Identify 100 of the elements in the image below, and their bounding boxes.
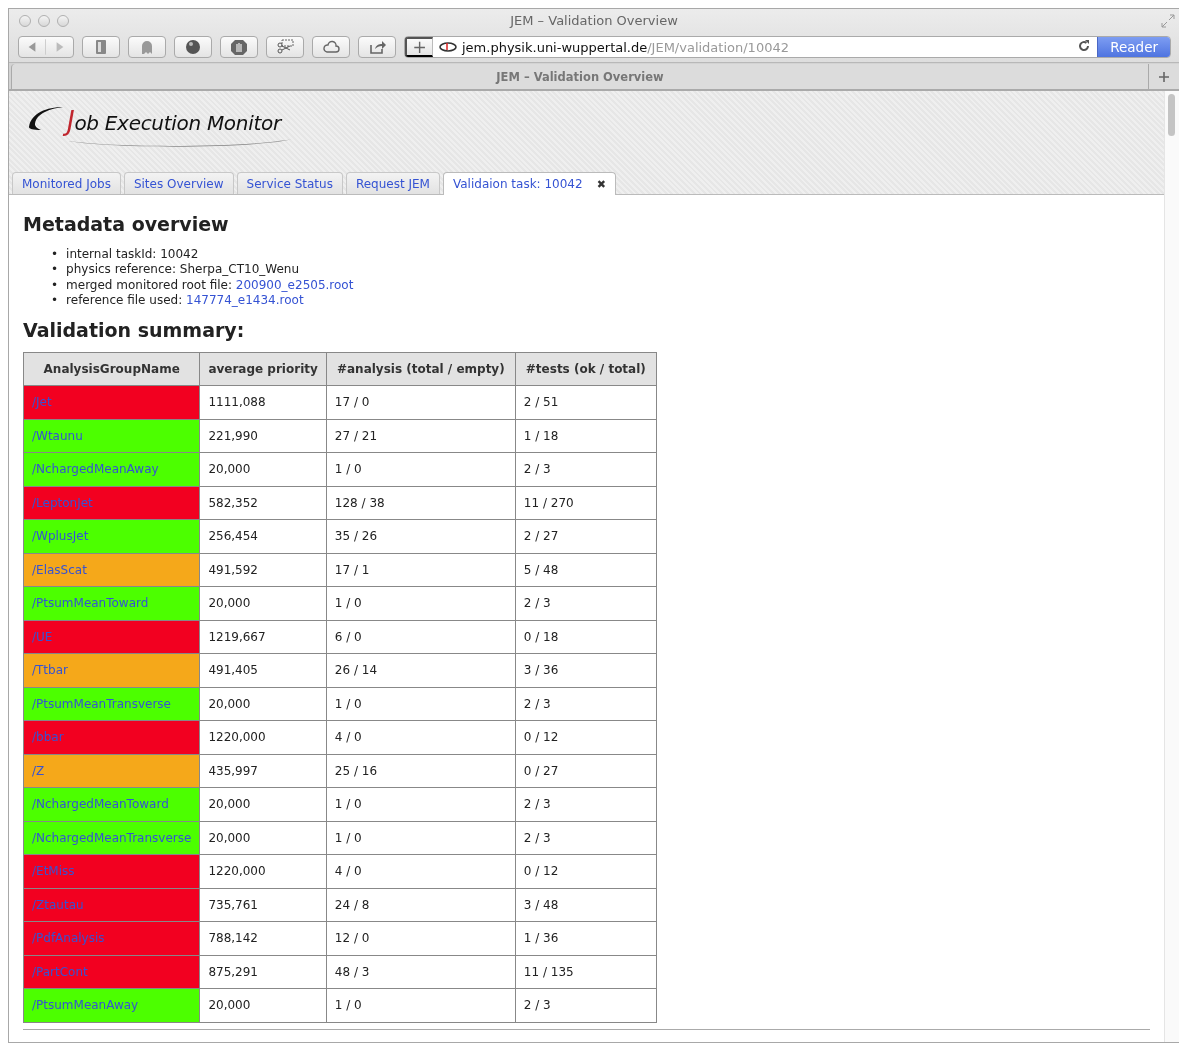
zoom-window-button[interactable] <box>57 14 69 27</box>
table-cell: 1 / 36 <box>515 921 657 956</box>
bullet: • <box>51 292 59 309</box>
reload-icon[interactable] <box>1077 38 1092 53</box>
group-link[interactable]: /Wtaunu <box>32 428 83 443</box>
table-cell: 582,352 <box>199 486 327 520</box>
page-tab[interactable]: Sites Overview <box>123 172 234 194</box>
group-link[interactable]: /PtsumMeanToward <box>32 596 149 611</box>
group-link[interactable]: /PtsumMeanTransverse <box>32 696 171 711</box>
group-link[interactable]: /NchargedMeanToward <box>32 797 169 812</box>
browser-tab[interactable]: JEM – Validation Overview <box>11 64 1148 89</box>
add-bookmark-button[interactable]: + <box>405 37 433 57</box>
table-cell: 2 / 27 <box>515 519 657 554</box>
page-tab[interactable]: Validaion task: 10042 ✖ <box>443 172 616 195</box>
file-link[interactable]: 200900_e2505.root <box>235 277 354 292</box>
table-cell: 1 / 0 <box>326 687 516 721</box>
table-cell: 0 / 27 <box>515 754 657 788</box>
ball-button[interactable] <box>174 36 212 58</box>
reader-button[interactable]: Reader <box>1097 37 1170 57</box>
share-button[interactable] <box>358 36 396 58</box>
table-cell: 24 / 8 <box>326 888 516 922</box>
ball-icon <box>183 38 203 56</box>
cloud-icon <box>321 38 341 56</box>
window-title: JEM – Validation Overview <box>510 13 678 28</box>
table-cell: 11 / 270 <box>515 486 657 520</box>
metadata-item: physics reference: Sherpa_CT10_Wenu <box>66 262 300 278</box>
table-cell: 0 / 18 <box>515 620 657 654</box>
logo-text: Job Execution Monitor <box>63 105 293 139</box>
table-cell: 4 / 0 <box>326 720 516 755</box>
table-cell: 1220,000 <box>199 854 327 889</box>
table-cell: 2 / 3 <box>515 687 657 721</box>
table-cell: 1 / 0 <box>326 787 516 822</box>
table-cell: 1 / 18 <box>515 419 657 453</box>
section-heading: Metadata overview <box>23 213 230 235</box>
bullet: • <box>51 277 59 293</box>
table-cell: 3 / 48 <box>515 888 657 922</box>
hand-button[interactable] <box>220 36 258 58</box>
table-cell: 1 / 0 <box>326 988 516 1023</box>
table-cell: 11 / 135 <box>515 955 657 989</box>
table-cell: 48 / 3 <box>326 955 516 989</box>
group-link[interactable]: /Ttbar <box>32 663 68 678</box>
group-link[interactable]: /NchargedMeanTransverse <box>32 830 192 845</box>
site-icon <box>439 41 457 53</box>
table-cell: 20,000 <box>199 452 327 487</box>
table-cell: 875,291 <box>199 955 327 989</box>
close-tab-button[interactable]: ✖ <box>596 177 606 191</box>
table-cell: 2 / 3 <box>515 988 657 1023</box>
file-link[interactable]: 147774_e1434.root <box>186 292 304 307</box>
table-cell: 2 / 3 <box>515 586 657 621</box>
table-cell: 4 / 0 <box>326 854 516 889</box>
group-link[interactable]: /Z <box>32 763 45 778</box>
address-field[interactable]: jem.physik.uni-wuppertal.de/JEM/validation/10042 <box>433 39 1072 55</box>
group-link[interactable]: /PtsumMeanAway <box>32 998 139 1013</box>
page-tab[interactable]: Monitored Jobs <box>12 172 121 194</box>
table-cell: 25 / 16 <box>326 754 516 788</box>
metadata-item: merged monitored root file: 200900_e2505.root <box>66 277 354 293</box>
table-cell: 35 / 26 <box>326 519 516 554</box>
table-cell: 1111,088 <box>199 385 327 420</box>
table-cell: 20,000 <box>199 586 327 621</box>
table-cell: 256,454 <box>199 519 327 554</box>
page-tab[interactable]: Service Status <box>236 172 343 194</box>
table-cell: 491,592 <box>199 553 327 587</box>
scissors-button[interactable] <box>266 36 304 58</box>
table-cell: 27 / 21 <box>326 419 516 453</box>
table-cell: 435,997 <box>199 754 327 788</box>
page-tab[interactable]: Request JEM <box>345 172 440 194</box>
table-cell: 0 / 12 <box>515 720 657 755</box>
bullet: • <box>51 247 59 263</box>
table-cell: 6 / 0 <box>326 620 516 654</box>
sidebar-button[interactable] <box>82 36 120 58</box>
back-forward-buttons[interactable] <box>18 36 74 58</box>
ghost-button[interactable] <box>128 36 166 58</box>
table-cell: 1219,667 <box>199 620 327 654</box>
table-cell: 2 / 51 <box>515 385 657 420</box>
group-link[interactable]: /ElasScat <box>32 562 87 577</box>
close-window-button[interactable] <box>19 14 31 27</box>
table-cell: 20,000 <box>199 787 327 822</box>
table-cell: 1 / 0 <box>326 821 516 855</box>
plus-icon <box>1159 71 1169 82</box>
column-header: AnalysisGroupName <box>23 352 200 386</box>
minimize-window-button[interactable] <box>38 14 50 27</box>
share-icon <box>367 38 387 56</box>
table-cell: 1220,000 <box>199 720 327 755</box>
group-link[interactable]: /NchargedMeanAway <box>32 462 159 477</box>
table-cell: 2 / 3 <box>515 452 657 487</box>
column-header: #analysis (total / empty) <box>326 352 516 386</box>
new-tab-button[interactable] <box>1148 64 1179 89</box>
hand-icon <box>229 38 249 56</box>
table-cell: 17 / 0 <box>326 385 516 420</box>
table-cell: 12 / 0 <box>326 921 516 956</box>
fullscreen-icon[interactable] <box>1161 13 1175 28</box>
table-cell: 5 / 48 <box>515 553 657 587</box>
logo-swoosh-icon <box>27 105 63 131</box>
bullet: • <box>51 262 59 278</box>
metadata-item: reference file used: 147774_e1434.root <box>66 292 304 309</box>
table-cell: 1 / 0 <box>326 586 516 621</box>
table-cell: 20,000 <box>199 687 327 721</box>
metadata-item: internal taskId: 10042 <box>66 247 199 263</box>
group-link[interactable]: /WplusJet <box>32 529 89 544</box>
cloud-button[interactable] <box>312 36 350 58</box>
